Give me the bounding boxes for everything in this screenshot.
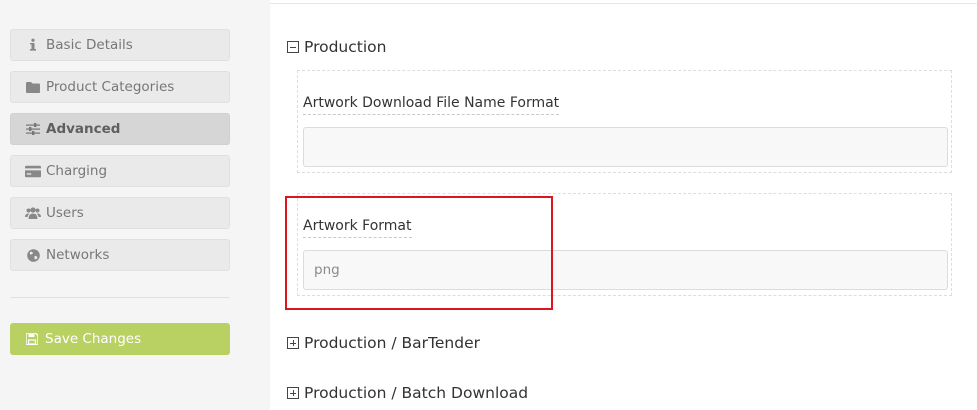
section-title: Production / Batch Download (304, 384, 529, 402)
sidebar-item-charging[interactable]: Charging (10, 155, 230, 187)
sidebar-item-label: Charging (46, 163, 108, 179)
field-label: Artwork Format (303, 218, 412, 238)
users-icon (25, 205, 41, 221)
sidebar-item-label: Product Categories (46, 79, 175, 95)
save-changes-label: Save Changes (45, 331, 142, 347)
artwork-download-file-name-format-input[interactable] (303, 127, 948, 167)
section-title: Production (304, 38, 387, 56)
sidebar: Basic Details Product Categories Advance… (0, 0, 270, 410)
floppy-disk-icon (24, 331, 40, 347)
sidebar-item-networks[interactable]: Networks (10, 239, 230, 271)
section-production-bartender-header[interactable]: Production / BarTender (287, 332, 480, 354)
sidebar-item-product-categories[interactable]: Product Categories (10, 71, 230, 103)
section-production-batch-download-header[interactable]: Production / Batch Download (287, 382, 528, 404)
sidebar-item-label: Advanced (46, 121, 121, 137)
field-label: Artwork Download File Name Format (303, 95, 560, 115)
credit-card-icon (25, 163, 41, 179)
expand-icon (287, 387, 299, 399)
folder-icon (25, 79, 41, 95)
sidebar-item-label: Users (46, 205, 84, 221)
top-border (270, 3, 977, 4)
sidebar-item-label: Basic Details (46, 37, 133, 53)
sidebar-item-label: Networks (46, 247, 110, 263)
globe-icon (25, 247, 41, 263)
sidebar-item-advanced[interactable]: Advanced (10, 113, 230, 145)
sidebar-divider (10, 297, 230, 298)
artwork-format-input[interactable] (303, 250, 948, 290)
save-changes-button[interactable]: Save Changes (10, 323, 230, 355)
sidebar-item-users[interactable]: Users (10, 197, 230, 229)
sliders-icon (25, 121, 41, 137)
sidebar-item-basic-details[interactable]: Basic Details (10, 29, 230, 61)
collapse-icon (287, 41, 299, 53)
info-icon (25, 37, 41, 53)
section-production-header[interactable]: Production (287, 36, 386, 58)
expand-icon (287, 337, 299, 349)
section-title: Production / BarTender (304, 334, 480, 352)
